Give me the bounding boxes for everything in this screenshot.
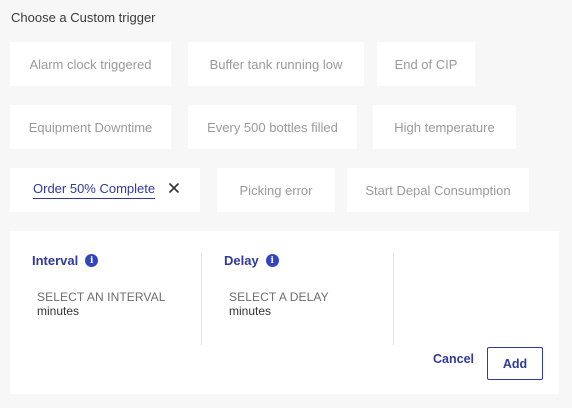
- interval-placeholder: SELECT AN INTERVAL: [37, 290, 166, 304]
- trigger-label: Start Depal Consumption: [365, 182, 511, 198]
- info-icon[interactable]: i: [85, 254, 99, 267]
- trigger-high-temperature[interactable]: High temperature: [373, 105, 516, 149]
- trigger-label: Alarm clock triggered: [29, 56, 152, 72]
- trigger-label: Every 500 bottles filled: [207, 119, 338, 135]
- interval-value[interactable]: SELECT AN INTERVAL minutes: [32, 290, 200, 318]
- trigger-alarm-clock[interactable]: Alarm clock triggered: [10, 42, 171, 86]
- trigger-label: Order 50% Complete: [33, 181, 156, 199]
- trigger-label: High temperature: [394, 119, 495, 135]
- trigger-start-depal[interactable]: Start Depal Consumption: [347, 168, 529, 212]
- trigger-label: Equipment Downtime: [28, 119, 153, 135]
- column-divider: [393, 253, 394, 345]
- delay-header: Delay i: [224, 253, 392, 268]
- page-title: Choose a Custom trigger: [11, 10, 156, 25]
- info-icon[interactable]: i: [265, 254, 279, 267]
- interval-unit: minutes: [37, 304, 80, 318]
- delay-unit: minutes: [229, 304, 272, 318]
- trigger-order-50-complete[interactable]: Order 50% Complete: [10, 168, 200, 212]
- trigger-config-panel: Interval i SELECT AN INTERVAL minutes De…: [10, 231, 559, 394]
- trigger-buffer-tank[interactable]: Buffer tank running low: [188, 42, 364, 86]
- trigger-picking-error[interactable]: Picking error: [217, 168, 335, 212]
- delay-label: Delay: [224, 253, 259, 268]
- trigger-label: Buffer tank running low: [209, 56, 343, 72]
- trigger-end-of-cip[interactable]: End of CIP: [377, 42, 475, 86]
- column-divider: [201, 253, 202, 345]
- cancel-button[interactable]: Cancel: [433, 352, 474, 366]
- trigger-every-500-bottles[interactable]: Every 500 bottles filled: [188, 105, 357, 149]
- add-button[interactable]: Add: [487, 347, 543, 380]
- interval-header: Interval i: [32, 253, 200, 268]
- interval-field[interactable]: Interval i SELECT AN INTERVAL minutes: [32, 253, 200, 345]
- delay-value[interactable]: SELECT A DELAY minutes: [224, 290, 392, 318]
- delay-field[interactable]: Delay i SELECT A DELAY minutes: [224, 253, 392, 345]
- delay-placeholder: SELECT A DELAY: [229, 290, 329, 304]
- close-icon[interactable]: [167, 181, 181, 195]
- trigger-label: Picking error: [239, 182, 313, 198]
- trigger-label: End of CIP: [394, 56, 458, 72]
- interval-label: Interval: [32, 253, 79, 268]
- trigger-equipment-downtime[interactable]: Equipment Downtime: [10, 105, 171, 149]
